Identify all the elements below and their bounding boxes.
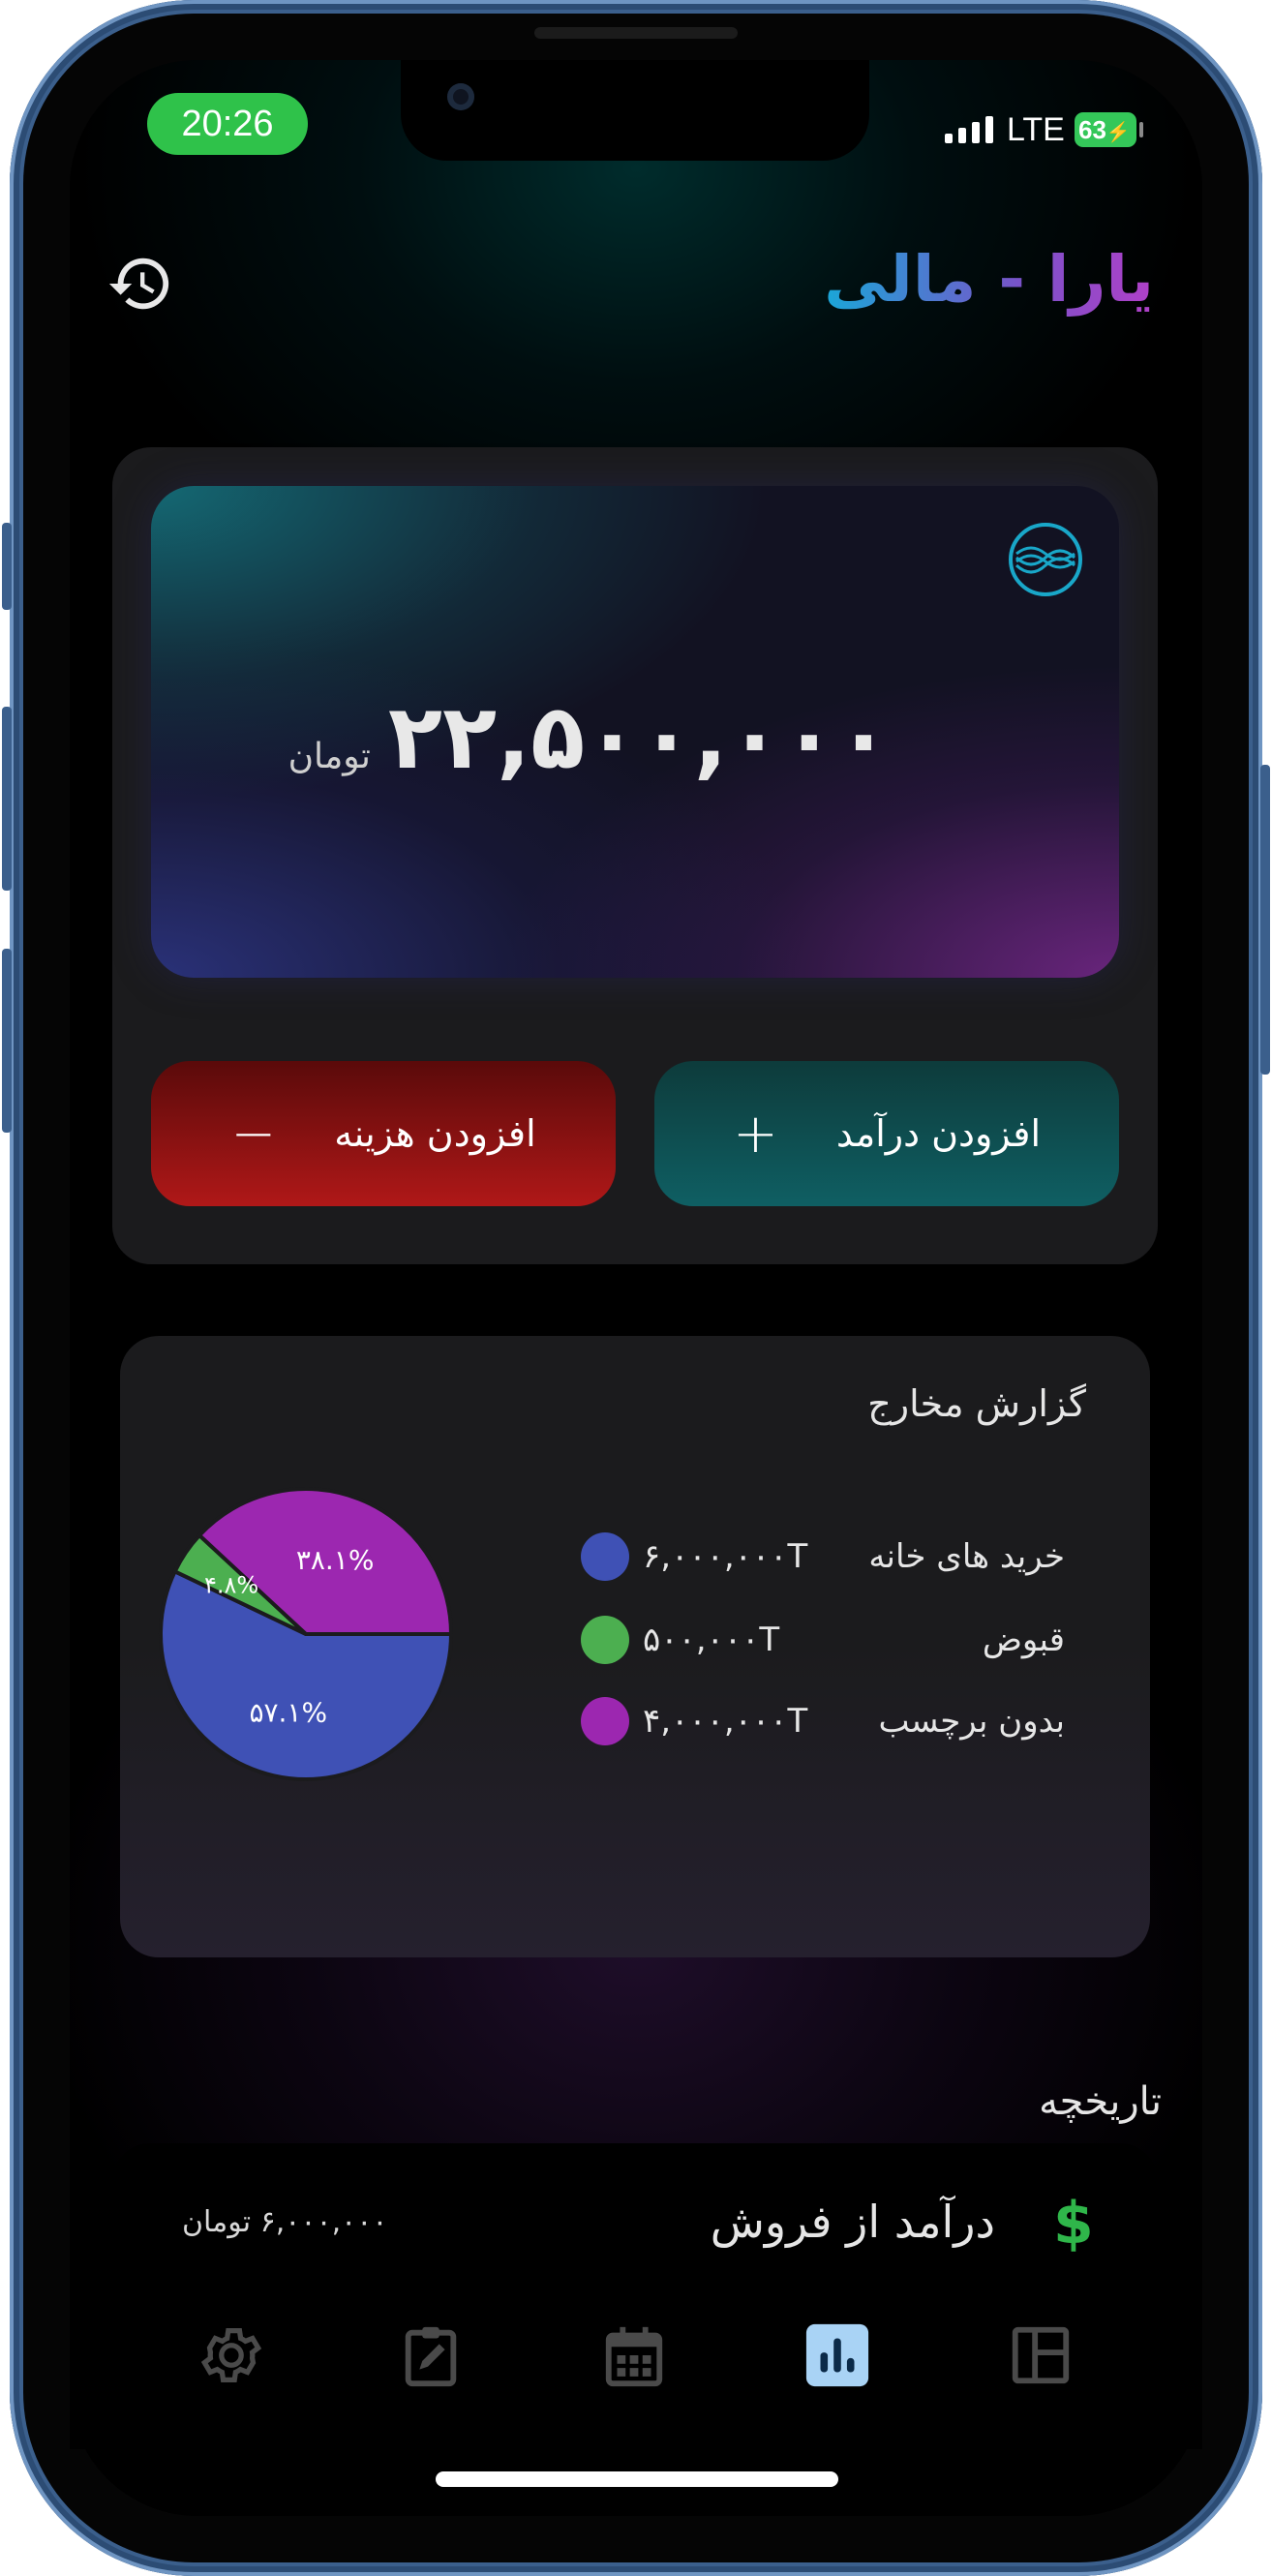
mute-switch xyxy=(2,523,12,610)
minus-icon: − xyxy=(230,1102,277,1166)
add-expense-label: افزودن هزینه xyxy=(334,1112,536,1155)
nav-calendar[interactable] xyxy=(600,2321,668,2389)
battery-icon: 63⚡ xyxy=(1075,112,1136,147)
pie-slice-label: ۳۸.۱% xyxy=(296,1544,375,1576)
clipboard-edit-icon xyxy=(405,2326,457,2387)
balance-display: ۲۲,۵۰۰,۰۰۰ تومان xyxy=(288,685,891,789)
home-indicator[interactable] xyxy=(436,2471,838,2487)
battery-level: 63 xyxy=(1078,115,1106,144)
plus-icon: + xyxy=(733,1102,778,1166)
balance-amount: ۲۲,۵۰۰,۰۰۰ xyxy=(387,685,891,789)
app-title: یارا - مالی xyxy=(824,242,1154,317)
notch xyxy=(401,60,869,161)
add-income-button[interactable]: افزودن درآمد + xyxy=(654,1061,1119,1206)
history-button[interactable] xyxy=(106,250,174,318)
legend-swatch xyxy=(581,1532,629,1581)
cellular-signal-icon xyxy=(945,116,993,143)
gear-icon xyxy=(200,2328,262,2382)
nav-notes[interactable] xyxy=(397,2321,465,2389)
legend-value: ۶,۰۰۰,۰۰۰T xyxy=(643,1537,808,1576)
nav-dashboard[interactable] xyxy=(1007,2321,1075,2389)
dollar-icon: $ xyxy=(1053,2190,1094,2258)
legend-swatch xyxy=(581,1616,629,1664)
transaction-title: درآمد از فروش xyxy=(710,2196,995,2248)
front-camera xyxy=(447,83,474,110)
legend-value: ۵۰۰,۰۰۰T xyxy=(643,1621,780,1659)
layout-icon xyxy=(1012,2326,1070,2384)
pie-slice-label: ۵۷.۱% xyxy=(249,1696,327,1728)
history-title: تاریخچه xyxy=(1039,2079,1162,2124)
history-icon xyxy=(108,258,169,310)
earpiece-speaker xyxy=(534,27,738,39)
bar-chart-icon xyxy=(805,2323,869,2387)
add-income-label: افزودن درآمد xyxy=(835,1112,1041,1155)
transaction-amount: ۶,۰۰۰,۰۰۰ تومان xyxy=(182,2205,388,2239)
calendar-icon xyxy=(605,2326,663,2387)
expense-pie-chart: ۵۷.۱% ۴.۸% ۳۸.۱% xyxy=(159,1487,454,1781)
volume-down-button xyxy=(2,949,12,1133)
legend-label: خرید های خانه xyxy=(868,1537,1065,1576)
network-type: LTE xyxy=(1007,111,1065,148)
battery-tip xyxy=(1139,122,1143,137)
add-expense-button[interactable]: افزودن هزینه − xyxy=(151,1061,616,1206)
legend-label: قبوض xyxy=(982,1621,1065,1659)
legend-item: ۴,۰۰۰,۰۰۰T بدون برچسب xyxy=(581,1692,1065,1750)
legend-item: ۶,۰۰۰,۰۰۰T خرید های خانه xyxy=(581,1528,1065,1586)
legend-value: ۴,۰۰۰,۰۰۰T xyxy=(643,1702,808,1741)
pie-slice-label: ۴.۸% xyxy=(204,1572,258,1599)
report-title: گزارش مخارج xyxy=(867,1382,1086,1425)
volume-up-button xyxy=(2,707,12,891)
nav-settings[interactable] xyxy=(197,2321,265,2389)
balance-unit: تومان xyxy=(288,737,371,776)
wave-logo-icon xyxy=(1007,521,1084,598)
status-time: 20:26 xyxy=(147,93,308,155)
legend-item: ۵۰۰,۰۰۰T قبوض xyxy=(581,1611,1065,1669)
nav-reports[interactable] xyxy=(803,2321,871,2389)
legend-label: بدون برچسب xyxy=(878,1702,1065,1741)
legend-swatch xyxy=(581,1697,629,1745)
power-button xyxy=(1260,765,1270,1075)
